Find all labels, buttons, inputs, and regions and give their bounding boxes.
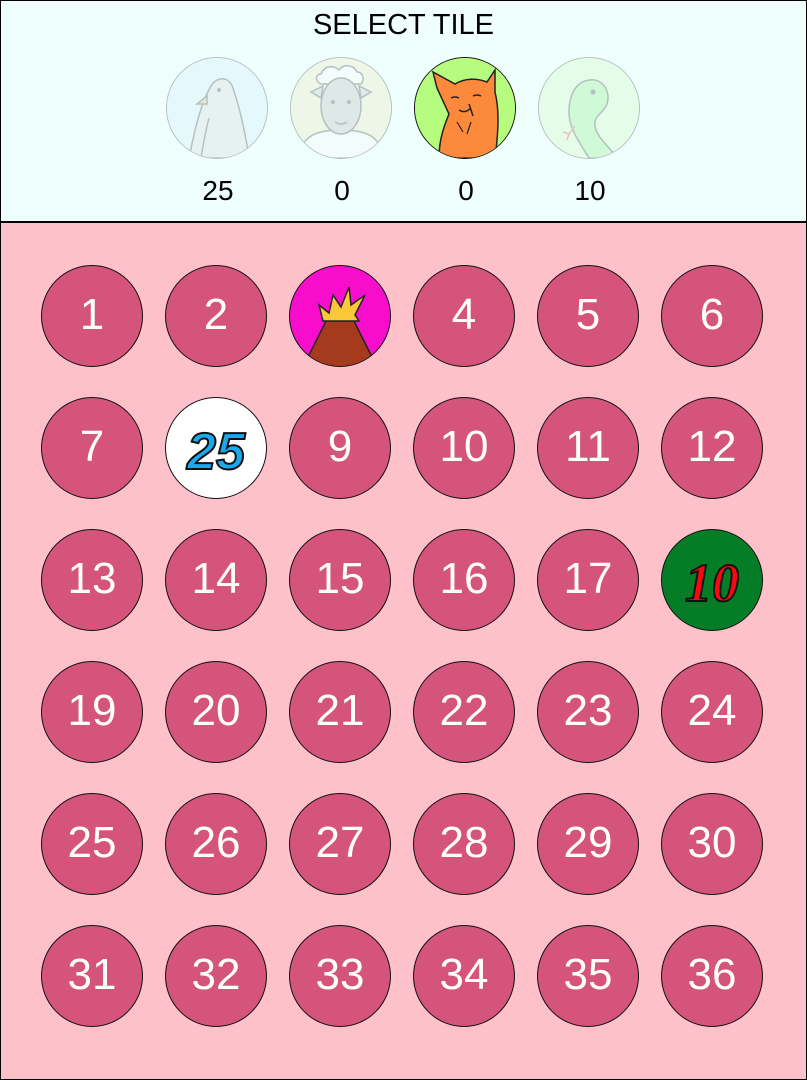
volcano-icon <box>301 286 378 366</box>
board-tile-17[interactable]: 17 <box>537 529 639 631</box>
board-tile-19[interactable]: 19 <box>41 661 143 763</box>
board-tile-12[interactable]: 12 <box>661 397 763 499</box>
board-tile-28[interactable]: 28 <box>413 793 515 895</box>
board-tile-33[interactable]: 33 <box>289 925 391 1027</box>
board-tile-23[interactable]: 23 <box>537 661 639 763</box>
board-tile-7[interactable]: 7 <box>41 397 143 499</box>
board-tile-30[interactable]: 30 <box>661 793 763 895</box>
board-tile-24[interactable]: 24 <box>661 661 763 763</box>
board-tile-20[interactable]: 20 <box>165 661 267 763</box>
board-tile-10[interactable]: 10 <box>413 397 515 499</box>
board-tile-21[interactable]: 21 <box>289 661 391 763</box>
board-tile-35[interactable]: 35 <box>537 925 639 1027</box>
board-tile-14[interactable]: 14 <box>165 529 267 631</box>
select-tile-title: SELECT TILE <box>312 9 495 41</box>
board-tile-13[interactable]: 13 <box>41 529 143 631</box>
board-tile-29[interactable]: 29 <box>537 793 639 895</box>
snake-count: 10 <box>574 175 606 206</box>
penguin-count: 25 <box>202 175 234 206</box>
snake-tile-option[interactable] <box>538 57 640 159</box>
sheep-count: 0 <box>334 175 350 206</box>
sheep-icon <box>291 58 391 158</box>
bonus-10-label: 10 <box>685 553 739 613</box>
board-tile-34[interactable]: 34 <box>413 925 515 1027</box>
cat-icon <box>415 58 515 158</box>
board-tile-9[interactable]: 9 <box>289 397 391 499</box>
board-tile-3[interactable] <box>289 265 391 367</box>
game-window: SELECT TILE 25 0 0 10 1 2 4 5 6 7 25 9 1… <box>0 0 807 1080</box>
penguin-tile-option[interactable] <box>166 57 268 159</box>
board-tile-36[interactable]: 36 <box>661 925 763 1027</box>
board-tile-27[interactable]: 27 <box>289 793 391 895</box>
bonus-10-icon: 10 <box>684 552 740 614</box>
board-tile-32[interactable]: 32 <box>165 925 267 1027</box>
snake-icon <box>539 58 639 158</box>
tile-selector-panel: SELECT TILE 25 0 0 10 <box>1 1 806 223</box>
cat-count: 0 <box>458 175 474 206</box>
board-tile-4[interactable]: 4 <box>413 265 515 367</box>
board-tile-1[interactable]: 1 <box>41 265 143 367</box>
board-tile-25[interactable]: 25 <box>41 793 143 895</box>
board-tile-15[interactable]: 15 <box>289 529 391 631</box>
penguin-icon <box>167 58 267 158</box>
board-tile-31[interactable]: 31 <box>41 925 143 1027</box>
board-tile-6[interactable]: 6 <box>661 265 763 367</box>
cat-tile-option[interactable] <box>414 57 516 159</box>
board-tile-16[interactable]: 16 <box>413 529 515 631</box>
bonus-25-label: 25 <box>186 423 246 481</box>
board-tile-22[interactable]: 22 <box>413 661 515 763</box>
sheep-tile-option[interactable] <box>290 57 392 159</box>
board-tile-11[interactable]: 11 <box>537 397 639 499</box>
board-tile-26[interactable]: 26 <box>165 793 267 895</box>
board-tile-5[interactable]: 5 <box>537 265 639 367</box>
bonus-25-icon: 25 <box>185 422 247 482</box>
board-tile-2[interactable]: 2 <box>165 265 267 367</box>
board-tile-8[interactable]: 25 <box>165 397 267 499</box>
board-tile-18[interactable]: 10 <box>661 529 763 631</box>
